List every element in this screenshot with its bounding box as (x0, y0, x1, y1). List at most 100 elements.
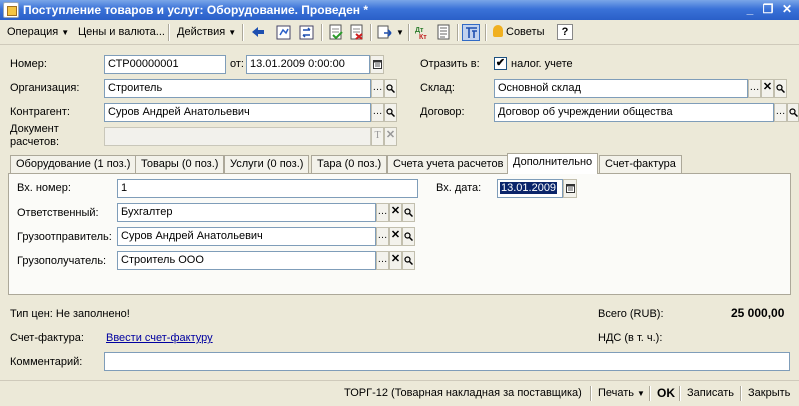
help-button[interactable]: ? (557, 24, 573, 40)
tax-accounting-checkbox[interactable]: ✔ (494, 57, 507, 70)
contract-open-button[interactable] (787, 103, 799, 122)
settlement-document-label-line1: Документ (10, 123, 59, 135)
toolbar-separator (457, 24, 459, 41)
tab-additional[interactable]: Дополнительно (507, 153, 599, 174)
calendar-button[interactable] (370, 55, 384, 74)
save-button[interactable]: Записать (683, 385, 738, 402)
toolbar: Операция ▼ Цены и валюта... Действия ▼ ▼ Д… (0, 20, 799, 45)
consignee-open-button[interactable] (402, 251, 415, 270)
post-document-icon[interactable] (327, 24, 345, 41)
contract-select-button[interactable]: … (774, 103, 787, 122)
responsible-select-button[interactable]: … (376, 203, 389, 222)
total-label: Всего (RUB): (598, 308, 664, 320)
window-title-bar[interactable]: Поступление товаров и услуг: Оборудовани… (0, 0, 799, 20)
shipper-field[interactable]: Суров Андрей Анатольевич (117, 227, 376, 246)
toolbar-separator (242, 24, 244, 41)
ok-button[interactable]: OK (653, 385, 679, 402)
contractor-select-button[interactable]: … (371, 103, 384, 122)
incoming-date-value: 13.01.2009 (500, 182, 558, 194)
bottom-command-bar: ТОРГ-12 (Товарная накладная за поставщик… (0, 380, 799, 406)
toolbar-separator (408, 24, 410, 41)
magnifier-icon (776, 84, 786, 94)
maximize-button[interactable]: ❐ (760, 2, 776, 17)
actions-menu[interactable]: Действия ▼ (174, 24, 239, 41)
incoming-number-label: Вх. номер: (17, 182, 71, 194)
close-button[interactable]: Закрыть (744, 385, 794, 402)
contractor-field[interactable]: Суров Андрей Анатольевич (104, 103, 371, 122)
svg-text:Дт: Дт (415, 27, 424, 34)
contract-field[interactable]: Договор об учреждении общества (494, 103, 774, 122)
unpost-document-icon[interactable] (348, 24, 366, 41)
refresh-icon[interactable] (298, 24, 316, 41)
warehouse-clear-button[interactable]: ✕ (761, 79, 774, 98)
consignee-clear-button[interactable]: ✕ (389, 251, 402, 270)
incoming-number-field[interactable]: 1 (117, 179, 418, 198)
window-title: Поступление товаров и услуг: Оборудовани… (23, 3, 369, 17)
comment-label: Комментарий: (10, 356, 83, 368)
magnifier-icon (404, 208, 414, 218)
text-type-button[interactable]: T (371, 127, 384, 146)
create-based-on-icon[interactable] (376, 24, 394, 41)
responsible-clear-button[interactable]: ✕ (389, 203, 402, 222)
contract-label: Договор: (420, 106, 465, 118)
prices-currency-button[interactable]: Цены и валюта... (75, 24, 168, 41)
tab-settlement-accounts[interactable]: Счета учета расчетов (387, 155, 510, 173)
actions-menu-label: Действия (177, 26, 226, 38)
print-label: Печать (598, 387, 635, 399)
tab-equipment[interactable]: Оборудование (1 поз.) (10, 155, 137, 173)
comment-field[interactable] (104, 352, 790, 371)
back-arrow-icon[interactable] (249, 24, 267, 41)
calendar-icon (565, 184, 575, 193)
magnifier-icon (788, 108, 798, 118)
settlement-document-field[interactable] (104, 127, 371, 146)
consignee-label: Грузополучатель: (17, 255, 107, 267)
warehouse-select-button[interactable]: … (748, 79, 761, 98)
organization-field[interactable]: Строитель (104, 79, 371, 98)
tips-button[interactable]: Советы (490, 24, 547, 41)
organization-open-button[interactable] (384, 79, 397, 98)
consignee-field[interactable]: Строитель ООО (117, 251, 376, 270)
operation-menu[interactable]: Операция ▼ (4, 24, 72, 41)
organization-select-button[interactable]: … (371, 79, 384, 98)
settings-structure-icon[interactable] (462, 24, 480, 41)
enter-invoice-link[interactable]: Ввести счет-фактуру (106, 331, 213, 345)
toolbar-separator (370, 24, 372, 41)
shipper-select-button[interactable]: … (376, 227, 389, 246)
shipper-open-button[interactable] (402, 227, 415, 246)
statusbar-separator (740, 386, 742, 401)
total-value: 25 000,00 (731, 306, 785, 320)
warehouse-open-button[interactable] (774, 79, 787, 98)
print-menu-button[interactable]: Печать ▼ (594, 385, 649, 402)
dropdown-arrow-icon: ▼ (396, 28, 404, 37)
tab-services[interactable]: Услуги (0 поз.) (224, 155, 310, 173)
incoming-date-calendar-button[interactable] (563, 179, 577, 198)
structure-icon[interactable] (275, 24, 293, 41)
warehouse-field[interactable]: Основной склад (494, 79, 748, 98)
create-based-on-dropdown[interactable]: ▼ (393, 24, 404, 41)
date-field[interactable]: 13.01.2009 0:00:00 (246, 55, 370, 74)
magnifier-icon (404, 256, 414, 266)
contractor-open-button[interactable] (384, 103, 397, 122)
dropdown-arrow-icon: ▼ (637, 389, 645, 398)
tab-goods[interactable]: Товары (0 поз.) (135, 155, 225, 173)
reflect-in-label: Отразить в: (420, 58, 480, 70)
tab-containers[interactable]: Тара (0 поз.) (311, 155, 388, 173)
incoming-date-field[interactable]: 13.01.2009 (497, 179, 563, 198)
responsible-field[interactable]: Бухгалтер (117, 203, 376, 222)
shipper-clear-button[interactable]: ✕ (389, 227, 402, 246)
toolbar-separator (168, 24, 170, 41)
consignee-select-button[interactable]: … (376, 251, 389, 270)
calendar-icon (372, 60, 382, 69)
dt-kt-postings-icon[interactable]: Дт Кт (413, 24, 431, 41)
document-journal-icon[interactable] (435, 24, 453, 41)
statusbar-separator (649, 386, 651, 401)
settlement-document-clear-button[interactable]: ✕ (384, 127, 397, 146)
close-window-button[interactable]: ✕ (779, 2, 795, 17)
torg12-print-button[interactable]: ТОРГ-12 (Товарная накладная за поставщик… (340, 385, 586, 402)
responsible-label: Ответственный: (17, 207, 99, 219)
responsible-open-button[interactable] (402, 203, 415, 222)
svg-text:Кт: Кт (419, 34, 427, 41)
tab-invoice[interactable]: Счет-фактура (599, 155, 682, 173)
minimize-button[interactable]: _ (742, 2, 758, 17)
number-field[interactable]: СТР00000001 (104, 55, 226, 74)
